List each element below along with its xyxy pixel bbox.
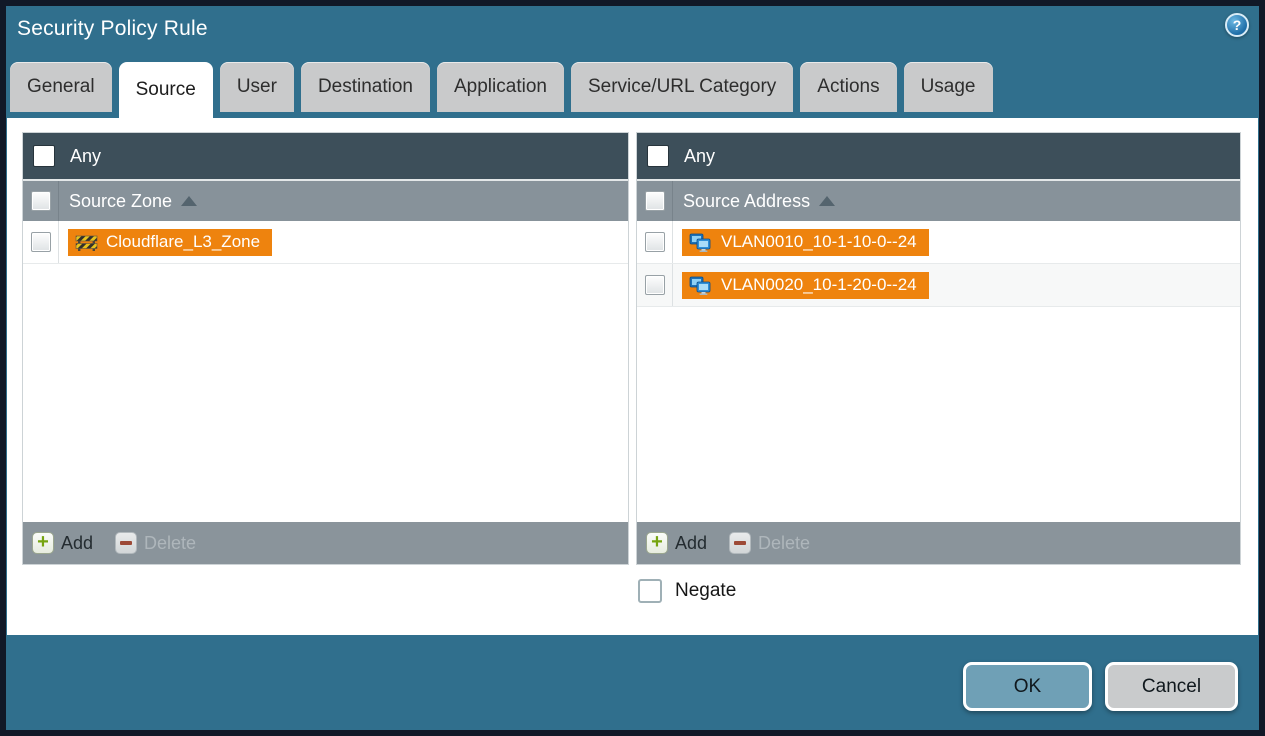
- address-object-tag[interactable]: VLAN0010_10-1-10-0--24: [682, 228, 929, 256]
- source-address-add-button[interactable]: + Add: [646, 532, 707, 554]
- tab-general[interactable]: General: [10, 62, 112, 112]
- address-icon: [689, 276, 711, 295]
- zone-name: Cloudflare_L3_Zone: [106, 232, 261, 251]
- add-plus-icon: +: [32, 532, 54, 554]
- address-name: VLAN0010_10-1-10-0--24: [721, 232, 917, 251]
- address-icon: [689, 233, 711, 252]
- negate-checkbox[interactable]: [638, 579, 662, 603]
- source-address-row[interactable]: VLAN0020_10-1-20-0--24: [637, 264, 1240, 307]
- source-zone-toolbar: + Add Delete: [23, 522, 628, 564]
- tab-user[interactable]: User: [219, 62, 294, 112]
- source-zone-rows: Cloudflare_L3_Zone: [23, 221, 628, 522]
- source-zone-any-label: Any: [70, 145, 102, 166]
- address-object-tag[interactable]: VLAN0020_10-1-20-0--24: [682, 271, 929, 299]
- source-address-sort-header[interactable]: Source Address: [673, 190, 836, 212]
- source-zone-row-checkbox[interactable]: [30, 232, 51, 252]
- negate-label: Negate: [675, 580, 737, 601]
- source-address-row[interactable]: VLAN0010_10-1-10-0--24: [637, 221, 1240, 264]
- delete-minus-icon: [115, 532, 138, 554]
- source-zone-column-label: Source Zone: [69, 190, 173, 211]
- source-zone-any-checkbox[interactable]: [33, 145, 55, 167]
- source-zone-add-button[interactable]: + Add: [32, 532, 93, 554]
- help-icon[interactable]: ?: [1225, 13, 1249, 37]
- source-address-select-all-checkbox[interactable]: [644, 191, 665, 211]
- source-address-row-checkbox[interactable]: [644, 232, 665, 252]
- source-zone-delete-button[interactable]: Delete: [115, 532, 196, 554]
- source-zone-any-row: Any: [23, 133, 628, 179]
- source-address-row-checkbox[interactable]: [644, 275, 665, 295]
- source-address-toolbar: + Add Delete: [637, 522, 1240, 564]
- address-name: VLAN0020_10-1-20-0--24: [721, 275, 917, 294]
- source-address-column-label: Source Address: [683, 190, 811, 211]
- delete-minus-icon: [729, 532, 752, 554]
- add-plus-icon: +: [646, 532, 668, 554]
- source-address-any-checkbox[interactable]: [647, 145, 669, 167]
- source-address-any-label: Any: [684, 145, 716, 166]
- source-zone-sort-header[interactable]: Source Zone: [59, 190, 198, 212]
- tab-usage[interactable]: Usage: [903, 62, 993, 112]
- tab-service-url-category[interactable]: Service/URL Category: [570, 62, 794, 112]
- source-tab-content: Any Source Zone Cloudflare_L3_Zone + Add…: [7, 118, 1258, 635]
- source-zone-panel: Any Source Zone Cloudflare_L3_Zone + Add…: [23, 133, 628, 564]
- tab-actions[interactable]: Actions: [800, 62, 897, 112]
- source-zone-column-header: Source Zone: [23, 179, 628, 221]
- source-address-panel: Any Source Address VLAN0010_10-1-10-0--2…: [637, 133, 1240, 564]
- zone-icon: [75, 235, 98, 251]
- tab-application[interactable]: Application: [437, 62, 564, 112]
- source-address-column-header: Source Address: [637, 179, 1240, 221]
- tab-strip: General Source User Destination Applicat…: [10, 62, 993, 118]
- source-zone-row[interactable]: Cloudflare_L3_Zone: [23, 221, 628, 264]
- dialog-title: Security Policy Rule: [17, 17, 208, 40]
- source-address-any-row: Any: [637, 133, 1240, 179]
- source-zone-select-all-checkbox[interactable]: [30, 191, 51, 211]
- tab-destination[interactable]: Destination: [300, 62, 430, 112]
- ok-button[interactable]: OK: [963, 662, 1092, 711]
- source-address-rows: VLAN0010_10-1-10-0--24 VLAN0020_10-1-20-…: [637, 221, 1240, 522]
- cancel-button[interactable]: Cancel: [1105, 662, 1238, 711]
- zone-object-tag[interactable]: Cloudflare_L3_Zone: [68, 228, 273, 256]
- source-address-delete-button[interactable]: Delete: [729, 532, 810, 554]
- tab-source[interactable]: Source: [118, 62, 213, 118]
- sort-ascending-icon: [819, 196, 836, 206]
- sort-ascending-icon: [181, 196, 198, 206]
- negate-control: Negate: [638, 579, 736, 603]
